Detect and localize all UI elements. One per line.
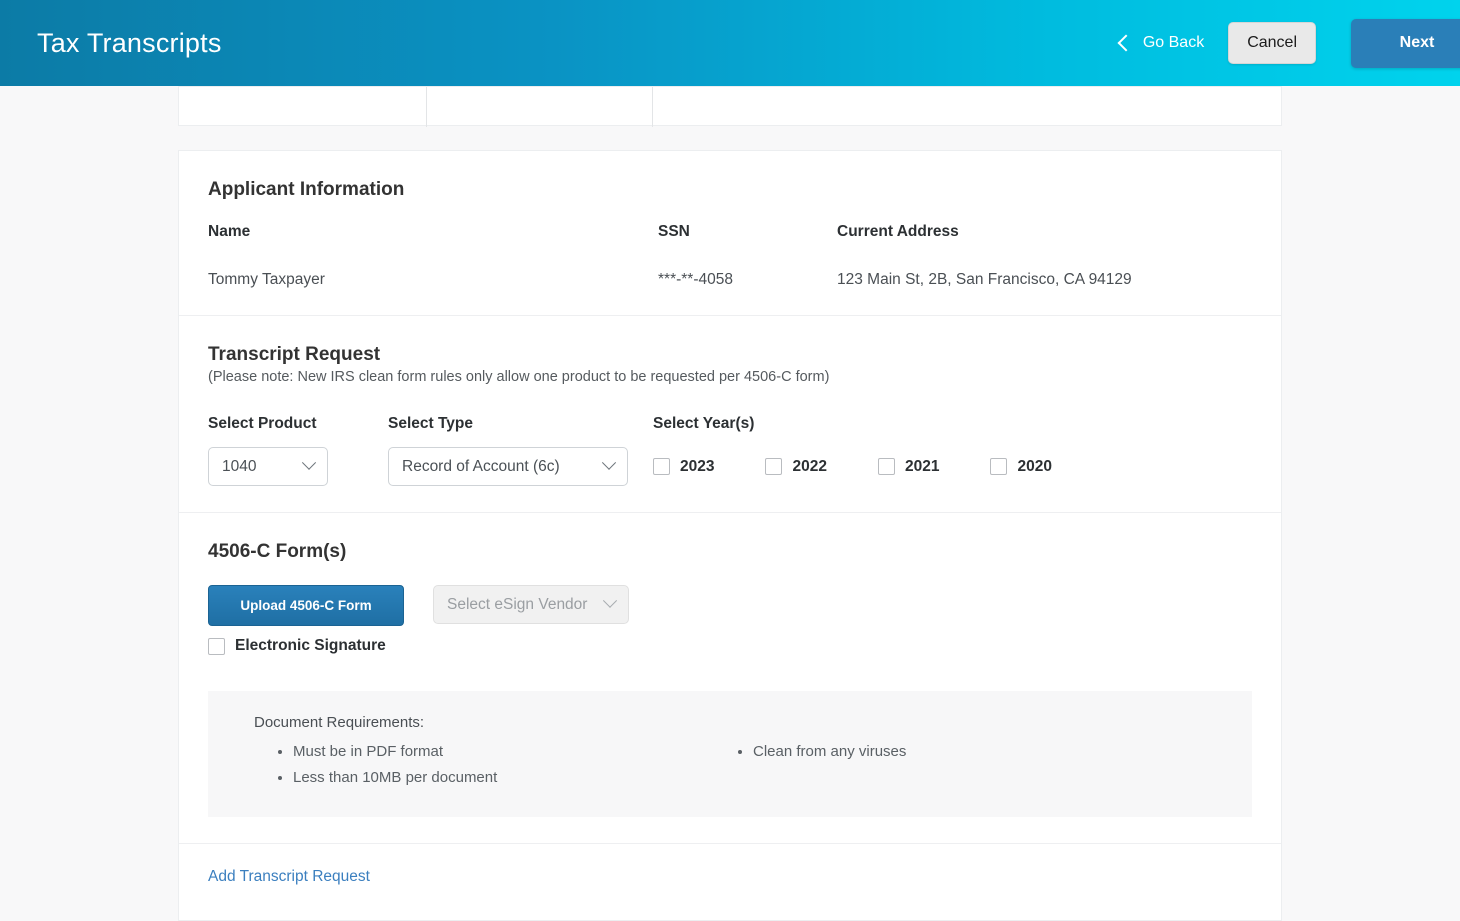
previous-section-card-partial — [178, 86, 1282, 127]
year-checkbox-2020[interactable]: 2020 — [990, 457, 1052, 476]
select-product-label: Select Product — [208, 415, 317, 432]
address-label: Current Address — [837, 223, 959, 240]
form-4506c-section: 4506-C Form(s) Upload 4506-C Form Electr… — [179, 513, 1281, 844]
address-value: 123 Main St, 2B, San Francisco, CA 94129 — [837, 271, 1132, 288]
requirements-column-left: Must be in PDF format Less than 10MB per… — [254, 739, 714, 791]
year-checkbox-row: 2023 2022 2021 2020 — [653, 447, 1052, 486]
checkbox-icon[interactable] — [208, 637, 225, 655]
applicant-name-column: Name Tommy Taxpayer — [208, 223, 658, 289]
upload-4506c-button[interactable]: Upload 4506-C Form — [208, 585, 404, 626]
partial-card-divider — [426, 87, 427, 127]
year-label: 2023 — [680, 457, 715, 475]
applicant-address-column: Current Address 123 Main St, 2B, San Fra… — [837, 223, 1132, 289]
year-label: 2020 — [1017, 457, 1052, 475]
chevron-down-icon — [602, 593, 618, 608]
ssn-label: SSN — [658, 223, 690, 240]
select-product-dropdown[interactable]: 1040 — [208, 447, 328, 486]
select-product-group: Select Product 1040 — [208, 415, 388, 486]
page-title: Tax Transcripts — [37, 27, 222, 58]
app-header: Tax Transcripts Go Back Cancel Next — [0, 0, 1460, 86]
add-transcript-request-section: Add Transcript Request — [179, 844, 1281, 920]
year-label: 2021 — [904, 457, 940, 475]
go-back-button[interactable]: Go Back — [1117, 34, 1205, 52]
select-type-value: Record of Account (6c) — [402, 457, 560, 475]
electronic-signature-label: Electronic Signature — [235, 637, 386, 654]
document-requirements-columns: Must be in PDF format Less than 10MB per… — [254, 739, 1206, 791]
electronic-signature-checkbox[interactable]: Electronic Signature — [208, 637, 433, 655]
requirements-list: Clean from any viruses — [714, 739, 1174, 765]
checkbox-icon[interactable] — [877, 458, 895, 475]
name-label: Name — [208, 223, 251, 240]
document-requirements-box: Document Requirements: Must be in PDF fo… — [208, 691, 1252, 817]
document-requirements-title: Document Requirements: — [254, 714, 425, 731]
year-checkbox-2023[interactable]: 2023 — [653, 458, 714, 476]
partial-card-divider — [652, 87, 653, 127]
applicant-ssn-column: SSN ***-**-4058 — [658, 223, 837, 289]
chevron-down-icon — [601, 455, 617, 470]
applicant-grid: Name Tommy Taxpayer SSN ***-**-4058 Curr… — [208, 223, 1252, 289]
page-body: Applicant Information Name Tommy Taxpaye… — [0, 86, 1460, 921]
select-product-value: 1040 — [222, 457, 257, 475]
list-item: Must be in PDF format — [293, 739, 714, 765]
upload-column: Upload 4506-C Form Electronic Signature — [208, 585, 433, 655]
cancel-button[interactable]: Cancel — [1228, 22, 1316, 64]
transcript-request-section: Transcript Request (Please note: New IRS… — [179, 316, 1281, 513]
next-button[interactable]: Next — [1351, 18, 1460, 68]
transcript-request-note: (Please note: New IRS clean form rules o… — [208, 369, 830, 385]
list-item: Clean from any viruses — [753, 739, 1174, 765]
select-years-group: Select Year(s) 2023 2022 2021 2020 — [653, 415, 1052, 486]
applicant-information-title: Applicant Information — [208, 179, 405, 200]
select-years-label: Select Year(s) — [653, 415, 755, 432]
requirements-list: Must be in PDF format Less than 10MB per… — [254, 739, 714, 791]
year-label: 2022 — [792, 457, 827, 475]
chevron-down-icon — [301, 455, 317, 470]
checkbox-icon[interactable] — [653, 458, 670, 475]
transcript-request-card: Applicant Information Name Tommy Taxpaye… — [178, 150, 1282, 921]
requirements-column-right: Clean from any viruses — [714, 739, 1174, 791]
esign-vendor-column: Select eSign Vendor — [433, 585, 629, 624]
name-value: Tommy Taxpayer — [208, 271, 325, 288]
chevron-left-icon — [1117, 34, 1135, 51]
add-transcript-request-link[interactable]: Add Transcript Request — [208, 868, 370, 885]
applicant-information-section: Applicant Information Name Tommy Taxpaye… — [179, 151, 1281, 316]
list-item: Less than 10MB per document — [293, 765, 714, 791]
transcript-request-title: Transcript Request — [208, 344, 381, 365]
select-type-group: Select Type Record of Account (6c) — [388, 415, 653, 486]
checkbox-icon[interactable] — [990, 458, 1008, 475]
form-4506c-actions: Upload 4506-C Form Electronic Signature … — [208, 585, 1252, 655]
year-checkbox-2021[interactable]: 2021 — [877, 457, 940, 476]
go-back-label: Go Back — [1142, 34, 1205, 51]
year-checkbox-2022[interactable]: 2022 — [765, 457, 827, 476]
ssn-value: ***-**-4058 — [658, 271, 733, 288]
header-actions: Go Back Cancel Next — [1117, 0, 1460, 86]
esign-vendor-placeholder: Select eSign Vendor — [447, 595, 588, 613]
select-type-dropdown[interactable]: Record of Account (6c) — [388, 447, 628, 486]
form-4506c-title: 4506-C Form(s) — [208, 541, 347, 562]
select-type-label: Select Type — [388, 415, 474, 432]
transcript-request-controls: Select Product 1040 Select Type Record o… — [208, 415, 1252, 486]
checkbox-icon[interactable] — [765, 458, 783, 475]
esign-vendor-dropdown[interactable]: Select eSign Vendor — [433, 585, 629, 624]
